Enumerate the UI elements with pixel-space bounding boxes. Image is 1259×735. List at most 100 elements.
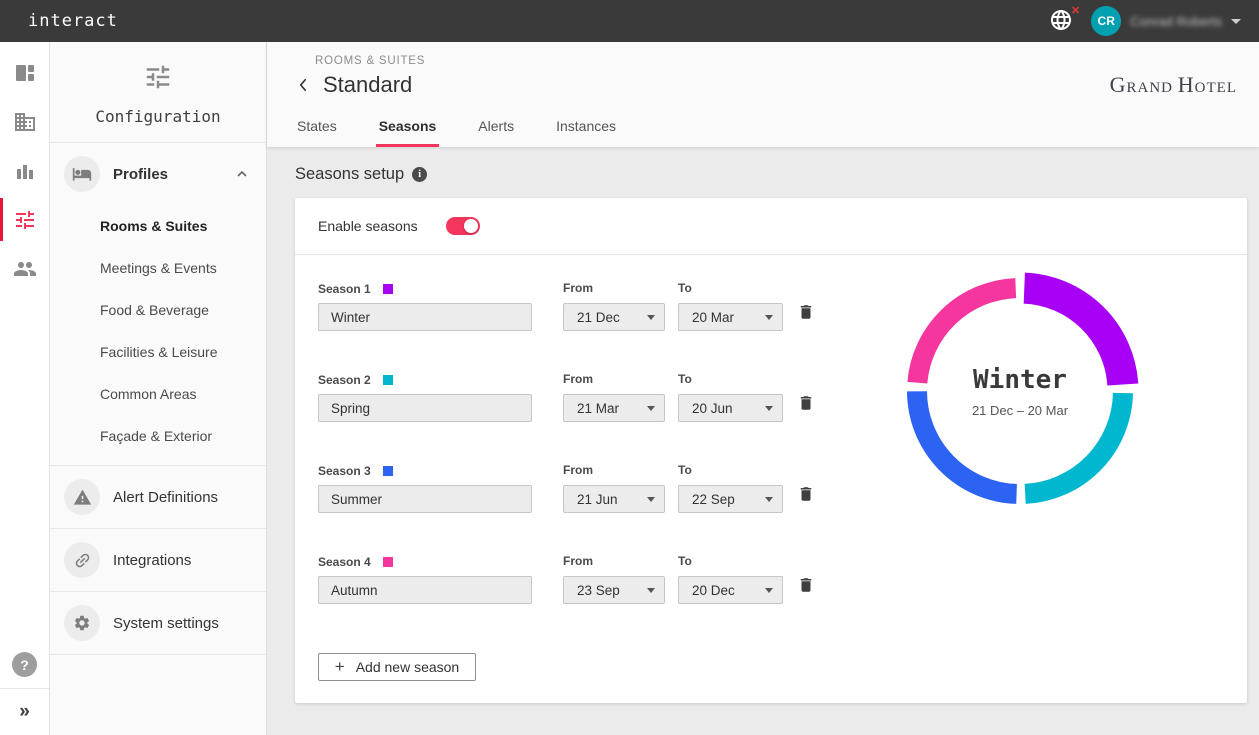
season-label: Season 4 (318, 555, 371, 569)
donut-svg (895, 266, 1145, 516)
caret-down-icon (765, 406, 773, 411)
globe-icon (1049, 8, 1073, 32)
sidebar-subitem[interactable]: Common Areas (50, 373, 266, 415)
season-name-input[interactable]: Autumn (318, 576, 532, 604)
page-title: Standard (323, 72, 412, 98)
sidebar: Configuration Profiles Rooms & SuitesMee… (50, 42, 267, 735)
seasons-donut-chart: Winter 21 Dec – 20 Mar (895, 266, 1145, 516)
from-date-select[interactable]: 21 Dec (563, 303, 665, 331)
season-color-chip[interactable] (383, 284, 393, 294)
tab-instances[interactable]: Instances (553, 109, 619, 147)
enable-seasons-toggle[interactable] (446, 217, 480, 235)
season-color-chip[interactable] (383, 466, 393, 476)
to-date-select[interactable]: 20 Dec (678, 576, 783, 604)
language-globe-button[interactable]: ✕ (1049, 8, 1075, 34)
caret-down-icon (765, 315, 773, 320)
from-label: From (563, 372, 665, 388)
season-color-chip[interactable] (383, 557, 393, 567)
from-date-select[interactable]: 23 Sep (563, 576, 665, 604)
chevron-down-icon (1231, 19, 1241, 24)
sidebar-item-profiles[interactable]: Profiles (50, 143, 266, 205)
season-name-input[interactable]: Winter (318, 303, 532, 331)
rail-item-buildings[interactable] (0, 97, 49, 146)
sidebar-item-integrations[interactable]: Integrations (50, 529, 266, 592)
collapse-sidebar-button[interactable]: » (0, 689, 49, 735)
to-label: To (678, 372, 783, 388)
chevron-left-icon (294, 76, 312, 94)
info-icon[interactable]: i (412, 167, 427, 182)
sidebar-subitem[interactable]: Meetings & Events (50, 247, 266, 289)
season-name-input[interactable]: Spring (318, 394, 532, 422)
help-button[interactable]: ? (0, 641, 49, 689)
to-date-select[interactable]: 20 Jun (678, 394, 783, 422)
to-label: To (678, 463, 783, 479)
help-icon: ? (12, 652, 37, 677)
hotel-brand-logo: GRAND HOTEL (1110, 72, 1237, 98)
enable-seasons-row: Enable seasons (295, 198, 1247, 255)
from-date-select[interactable]: 21 Mar (563, 394, 665, 422)
season-color-chip[interactable] (383, 375, 393, 385)
caret-down-icon (647, 588, 655, 593)
rail-item-reports[interactable] (0, 146, 49, 195)
dashboard-icon (13, 61, 37, 85)
top-bar: interact ✕ CR Conrad Roberts (0, 0, 1259, 42)
rail-item-configuration[interactable] (0, 195, 49, 244)
sidebar-subitem[interactable]: Facilities & Leisure (50, 331, 266, 373)
delete-season-button[interactable] (797, 576, 815, 599)
notification-x-badge: ✕ (1071, 4, 1080, 17)
bed-icon (72, 164, 92, 184)
from-label: From (563, 554, 665, 570)
user-menu[interactable]: CR Conrad Roberts (1091, 6, 1241, 36)
page-header: ROOMS & SUITES Standard GRAND HOTEL Stat… (267, 42, 1259, 147)
donut-segment-summer[interactable] (917, 391, 1017, 494)
to-label: To (678, 281, 783, 297)
trash-icon (797, 485, 815, 503)
sidebar-subitem[interactable]: Façade & Exterior (50, 415, 266, 457)
bar-chart-icon (13, 159, 37, 183)
from-date-select[interactable]: 21 Jun (563, 485, 665, 513)
caret-down-icon (647, 406, 655, 411)
section-title-row: Seasons setup i (295, 165, 1247, 184)
buildings-icon (13, 110, 37, 134)
caret-down-icon (765, 497, 773, 502)
donut-segment-winter[interactable] (1024, 288, 1122, 384)
plus-icon: + (335, 657, 345, 677)
seasons-card: Enable seasons Season 1 Winter From 21 D… (295, 198, 1247, 703)
rail-item-users[interactable] (0, 244, 49, 293)
to-date-select[interactable]: 20 Mar (678, 303, 783, 331)
warning-icon (73, 488, 92, 507)
icon-rail: ? » (0, 42, 50, 735)
app-logo: interact (28, 11, 118, 31)
caret-down-icon (765, 588, 773, 593)
sidebar-item-alert-definitions[interactable]: Alert Definitions (50, 466, 266, 529)
season-name-input[interactable]: Summer (318, 485, 532, 513)
to-date-select[interactable]: 22 Sep (678, 485, 783, 513)
sidebar-item-system-settings[interactable]: System settings (50, 592, 266, 655)
caret-down-icon (647, 497, 655, 502)
people-icon (13, 257, 37, 281)
sidebar-title: Configuration (50, 107, 266, 126)
delete-season-button[interactable] (797, 485, 815, 508)
tab-seasons[interactable]: Seasons (376, 109, 440, 147)
double-chevron-icon: » (19, 701, 30, 723)
user-name: Conrad Roberts (1130, 14, 1222, 29)
delete-season-button[interactable] (797, 394, 815, 417)
tab-states[interactable]: States (294, 109, 340, 147)
from-label: From (563, 281, 665, 297)
season-label: Season 3 (318, 464, 371, 478)
avatar: CR (1091, 6, 1121, 36)
sidebar-header: Configuration (50, 42, 266, 143)
sidebar-subitem[interactable]: Rooms & Suites (50, 205, 266, 247)
profiles-label: Profiles (113, 166, 168, 183)
sidebar-subitem[interactable]: Food & Beverage (50, 289, 266, 331)
donut-segment-spring[interactable] (1025, 393, 1123, 494)
delete-season-button[interactable] (797, 303, 815, 326)
breadcrumb: ROOMS & SUITES (315, 55, 1259, 67)
link-icon (69, 547, 96, 574)
add-new-season-button[interactable]: + Add new season (318, 653, 476, 681)
donut-segment-autumn[interactable] (917, 288, 1015, 383)
rail-item-dashboard[interactable] (0, 48, 49, 97)
tab-alerts[interactable]: Alerts (475, 109, 517, 147)
back-button[interactable] (291, 73, 315, 97)
gear-icon (73, 614, 91, 632)
